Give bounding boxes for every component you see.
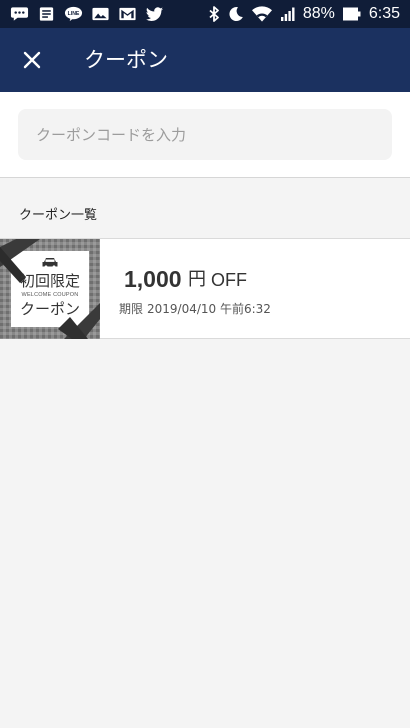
coupon-code-section	[0, 92, 410, 178]
battery-icon	[342, 7, 361, 21]
wifi-icon	[251, 6, 272, 22]
battery-percentage: 88%	[302, 5, 335, 22]
status-bar-notifications: LINE	[10, 5, 164, 23]
chat-bubble-icon	[10, 7, 29, 21]
gmail-icon	[119, 7, 136, 21]
svg-text:LINE: LINE	[68, 11, 80, 17]
coupon-code-input[interactable]	[18, 109, 392, 160]
app-bar: クーポン	[0, 28, 410, 92]
coupon-expiry: 期限 2019/04/10 午前6:32	[119, 301, 271, 317]
coupon-badge-title: 初回限定	[19, 272, 80, 290]
signal-icon	[280, 7, 295, 21]
line-icon: LINE	[64, 6, 83, 22]
bluetooth-icon	[209, 6, 219, 22]
clock: 6:35	[368, 5, 400, 22]
do-not-disturb-moon-icon	[229, 7, 243, 22]
page-title: クーポン	[84, 48, 168, 72]
status-bar: LINE 88% 6:35	[0, 0, 410, 28]
coupon-badge-caption: クーポン	[19, 300, 80, 318]
image-icon	[92, 7, 109, 21]
close-button[interactable]	[14, 42, 50, 78]
coupon-badge-subtitle: WELCOME COUPON	[21, 292, 79, 298]
coupon-list-heading: クーポン一覧	[19, 208, 98, 223]
coupon-expiry-date: 2019/04/10 午前6:32	[147, 302, 271, 316]
notes-icon	[39, 7, 54, 21]
coupon-discount-suffix: OFF	[211, 270, 247, 290]
close-icon[interactable]	[23, 51, 41, 69]
coupon-amount: 1,000	[124, 266, 182, 292]
twitter-icon	[145, 7, 164, 22]
coupon-currency: 円	[188, 269, 206, 290]
coupon-expiry-label: 期限	[119, 302, 144, 316]
status-bar-system: 88% 6:35	[207, 5, 400, 23]
